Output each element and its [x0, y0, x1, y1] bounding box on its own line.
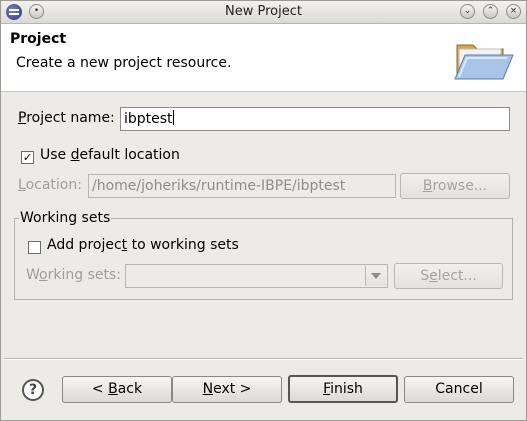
- help-button[interactable]: ?: [22, 379, 44, 401]
- open-folder-icon: [454, 44, 514, 80]
- use-default-location-label[interactable]: Use default location: [40, 147, 180, 163]
- checkmark-icon: ✓: [22, 151, 33, 164]
- wizard-banner: Project Create a new project resource.: [1, 24, 526, 92]
- close-button[interactable]: ×: [506, 4, 521, 19]
- project-name-input[interactable]: ibptest: [120, 107, 510, 131]
- question-mark-icon: ?: [28, 382, 38, 398]
- finish-button[interactable]: Finish: [288, 375, 398, 403]
- working-sets-select[interactable]: [125, 264, 388, 288]
- maximize-button[interactable]: ⌃: [483, 4, 498, 19]
- add-to-working-sets-label[interactable]: Add project to working sets: [47, 237, 239, 253]
- use-default-location-checkbox[interactable]: ✓: [21, 151, 34, 164]
- next-button[interactable]: Next >: [172, 376, 282, 403]
- page-title: Project: [10, 31, 67, 47]
- select-working-sets-button[interactable]: Select...: [394, 263, 503, 289]
- text-caret: [172, 110, 174, 125]
- chevron-up-icon: ⌃: [486, 6, 495, 16]
- page-description: Create a new project resource.: [16, 55, 232, 71]
- project-name-label: Project name:: [18, 110, 115, 126]
- cancel-button[interactable]: Cancel: [404, 376, 514, 403]
- location-label: Location:: [18, 177, 82, 193]
- back-button[interactable]: < Back: [62, 376, 172, 403]
- title-bar[interactable]: • New Project ⌄ ⌃ ×: [1, 1, 526, 24]
- location-input[interactable]: /home/joheriks/runtime-IBPE/ibptest: [88, 174, 396, 198]
- dropdown-arrow-icon[interactable]: [365, 266, 386, 286]
- browse-button[interactable]: Browse...: [400, 173, 510, 199]
- new-project-dialog: • New Project ⌄ ⌃ × Project Create a new…: [0, 0, 527, 421]
- minimize-button[interactable]: ⌄: [460, 4, 475, 19]
- chevron-down-icon: ⌄: [463, 6, 472, 16]
- footer-separator: [4, 358, 523, 360]
- close-icon: ×: [509, 6, 518, 16]
- window-title: New Project: [225, 4, 302, 19]
- working-sets-select-label: Working sets:: [26, 267, 121, 283]
- working-sets-group-title: Working sets: [19, 210, 112, 226]
- add-to-working-sets-checkbox[interactable]: [28, 241, 41, 254]
